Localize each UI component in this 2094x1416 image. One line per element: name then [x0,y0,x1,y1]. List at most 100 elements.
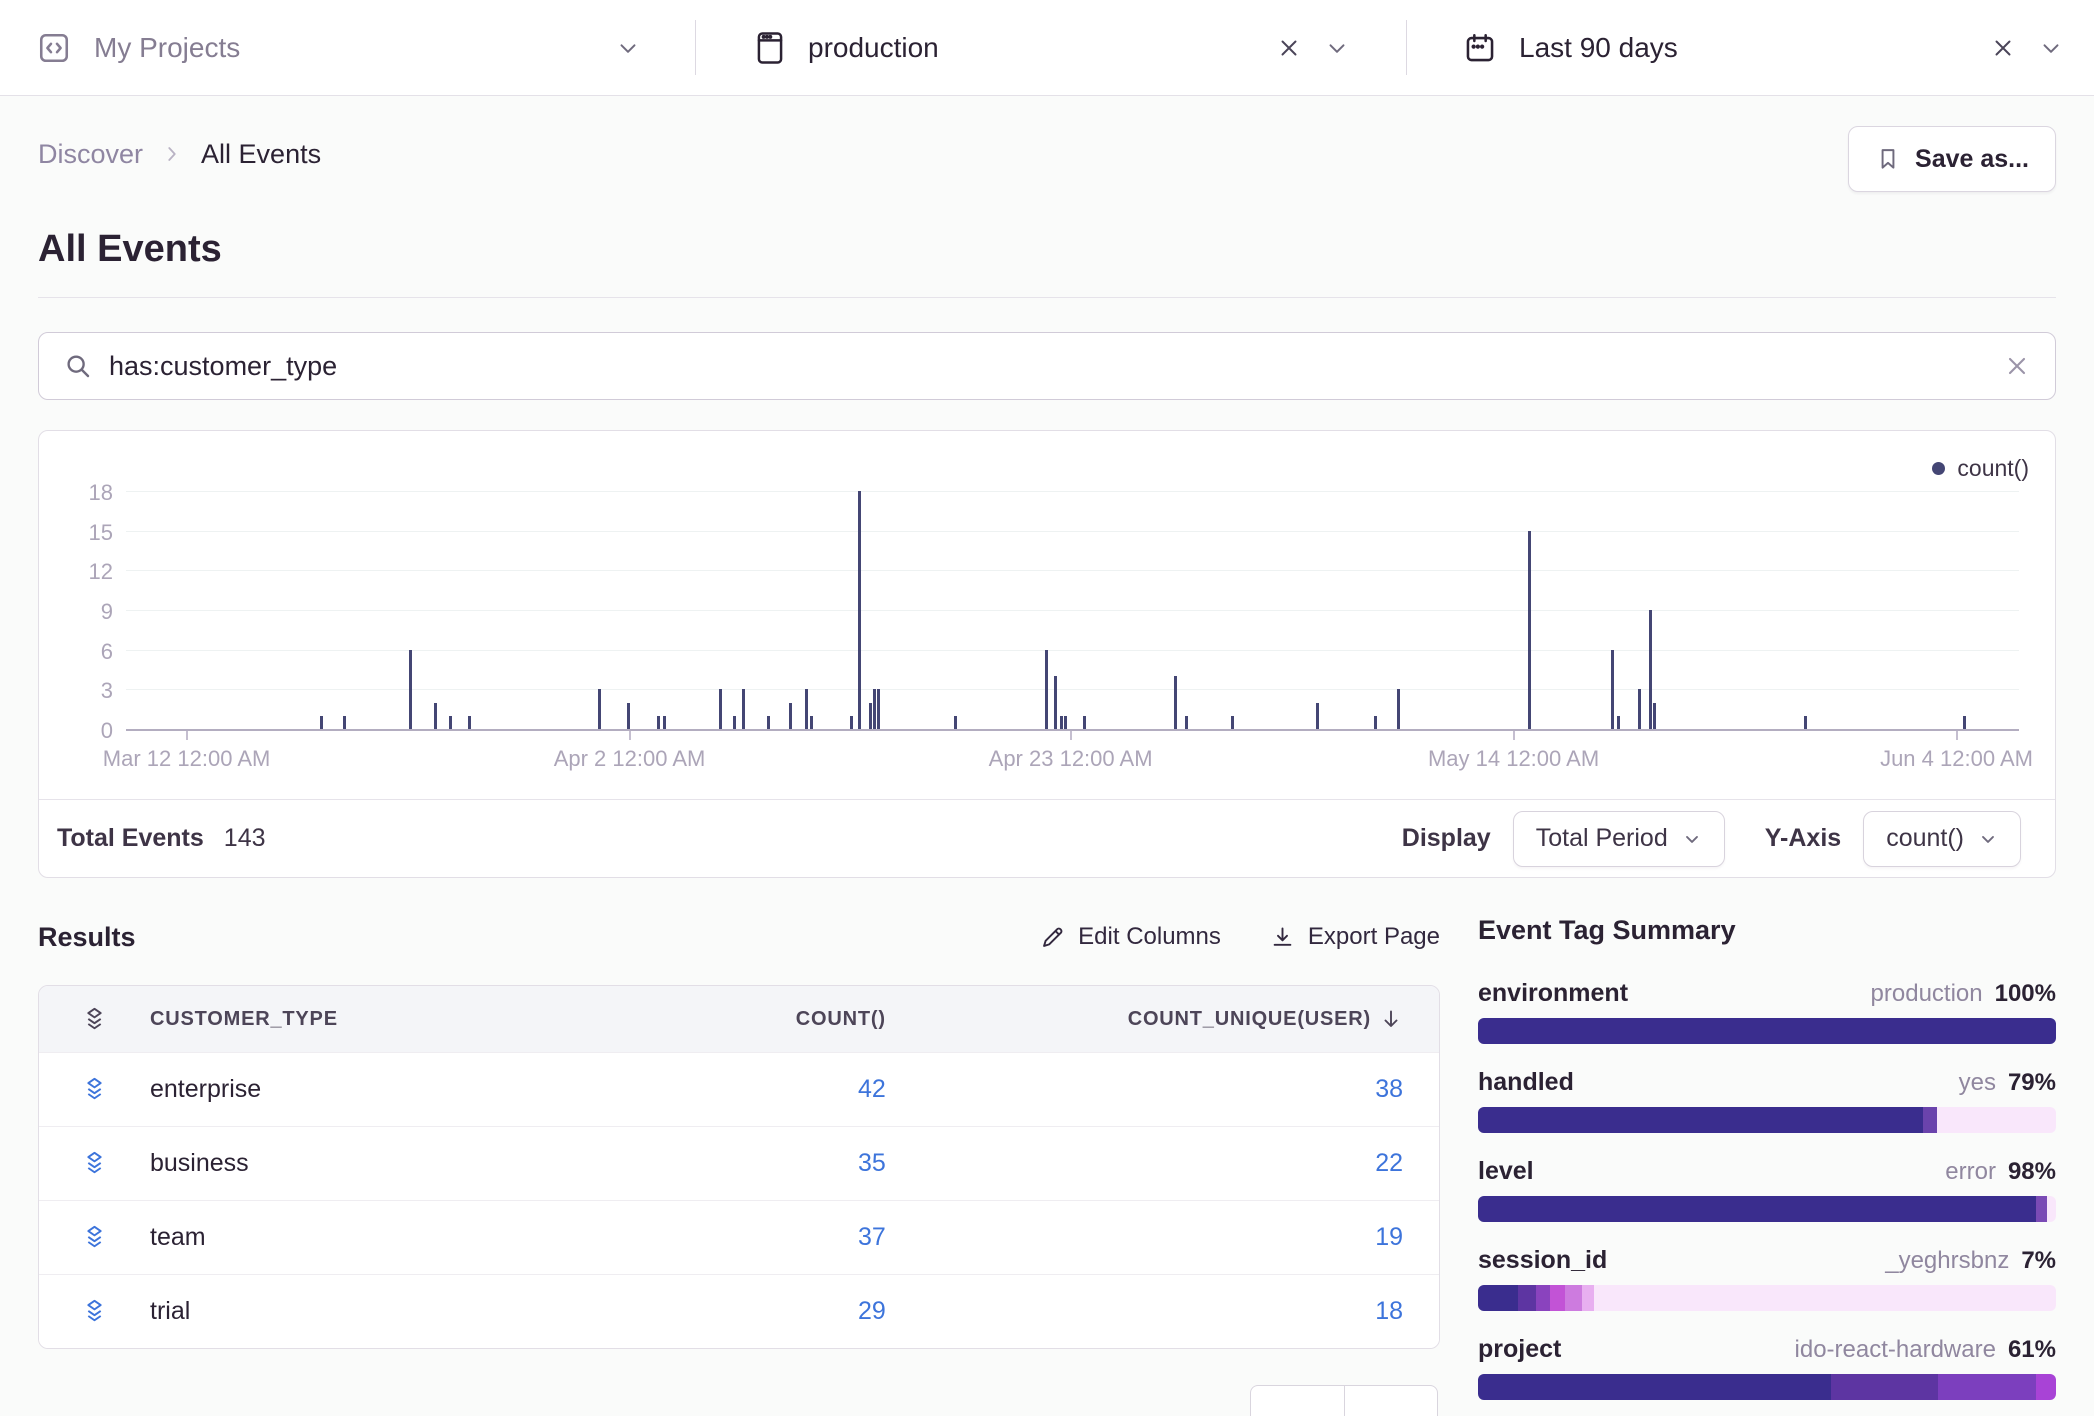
tag-item-level: level error 98% [1478,1157,2056,1222]
tag-item-project: project ido-react-hardware 61% [1478,1335,2056,1400]
export-page-button[interactable]: Export Page [1269,923,1440,951]
display-dropdown[interactable]: Total Period [1513,811,1725,867]
previous-page-button[interactable] [1250,1385,1344,1416]
column-header-count[interactable]: COUNT() [666,1008,886,1031]
next-page-button[interactable] [1344,1385,1438,1416]
tag-percent: 98% [2008,1158,2056,1186]
stack-icon[interactable] [81,1076,108,1103]
pencil-icon [1039,924,1066,951]
breadcrumb-discover-link[interactable]: Discover [38,139,143,170]
project-selector[interactable]: My Projects [0,0,695,95]
tag-top-value: _yeghrsbnz [1885,1247,2009,1275]
table-row: business 35 22 [39,1126,1439,1200]
yaxis-dropdown-value: count() [1886,824,1964,853]
tag-bar[interactable] [1478,1285,2056,1311]
breadcrumb-chevron-icon [161,143,183,165]
chart-plot[interactable] [126,493,2019,731]
page-title: All Events [38,228,2056,271]
chart-legend: count() [1932,455,2029,482]
export-page-label: Export Page [1308,923,1440,951]
search-icon [63,351,93,381]
environment-selector-label: production [808,32,939,64]
tag-top-value: production [1871,980,1983,1008]
stack-icon[interactable] [81,1150,108,1177]
event-tag-summary: Event Tag Summary environment production… [1478,915,2056,1400]
column-header-count-unique[interactable]: COUNT_UNIQUE(USER) [886,1007,1403,1031]
project-selector-label: My Projects [94,32,240,64]
tag-percent: 100% [1995,980,2056,1008]
tag-name: project [1478,1335,1561,1364]
chevron-down-icon[interactable] [2038,35,2064,61]
stack-icon[interactable] [81,1298,108,1325]
tag-name: level [1478,1157,1534,1186]
bookmark-icon [1875,146,1901,172]
edit-columns-label: Edit Columns [1078,923,1221,951]
date-range-label: Last 90 days [1519,32,1678,64]
projects-icon [36,30,72,66]
tag-percent: 7% [2021,1247,2056,1275]
cell-count-unique-link[interactable]: 38 [1375,1075,1403,1104]
tag-name: environment [1478,979,1628,1008]
results-header: Results Edit Columns Export Page [38,915,1440,959]
search-input[interactable] [109,351,2003,382]
cell-count-link[interactable]: 35 [666,1149,886,1178]
top-bar: My Projects production [0,0,2094,96]
sort-descending-icon [1379,1007,1403,1031]
clear-environment-icon[interactable] [1276,35,1302,61]
tag-top-value: yes [1959,1069,1996,1097]
cell-customer-type: trial [150,1297,190,1326]
chevron-down-icon [1978,829,1998,849]
display-label: Display [1402,824,1491,853]
tag-bar[interactable] [1478,1374,2056,1400]
tag-summary-heading: Event Tag Summary [1478,915,2056,955]
clear-search-icon[interactable] [2003,352,2031,380]
page-header: Discover All Events Save as... All Event… [38,96,2056,298]
table-header-row: CUSTOMER_TYPE COUNT() COUNT_UNIQUE(USER) [39,986,1439,1052]
legend-dot-icon [1932,462,1945,475]
chevron-down-icon[interactable] [615,35,641,61]
table-row: trial 29 18 [39,1274,1439,1348]
clear-date-range-icon[interactable] [1990,35,2016,61]
table-row: enterprise 42 38 [39,1052,1439,1126]
table-row: team 37 19 [39,1200,1439,1274]
cell-count-unique-link[interactable]: 19 [1375,1223,1403,1252]
tag-item-environment: environment production 100% [1478,979,2056,1044]
calendar-icon [1463,31,1497,65]
column-header-customer-type[interactable]: CUSTOMER_TYPE [150,1008,338,1031]
yaxis-label: Y-Axis [1765,824,1841,853]
results-heading: Results [38,922,136,953]
cell-count-unique-link[interactable]: 22 [1375,1149,1403,1178]
window-icon [754,30,786,66]
pagination [38,1385,1440,1416]
tag-name: handled [1478,1068,1574,1097]
cell-customer-type: business [150,1149,249,1178]
chevron-down-icon[interactable] [1324,35,1350,61]
save-as-button[interactable]: Save as... [1848,126,2056,192]
tag-bar[interactable] [1478,1018,2056,1044]
edit-columns-button[interactable]: Edit Columns [1039,923,1221,951]
save-as-label: Save as... [1915,145,2029,174]
search-bar[interactable] [38,332,2056,400]
chart-footer: Total Events 143 Display Total Period Y-… [39,799,2055,877]
total-events-value: 143 [224,824,266,853]
tag-bar[interactable] [1478,1196,2056,1222]
tag-name: session_id [1478,1246,1607,1275]
column-header-count-unique-label: COUNT_UNIQUE(USER) [1128,1008,1371,1031]
stack-icon[interactable] [81,1224,108,1251]
cell-count-link[interactable]: 42 [666,1075,886,1104]
cell-count-unique-link[interactable]: 18 [1375,1297,1403,1326]
tag-bar[interactable] [1478,1107,2056,1133]
tag-item-handled: handled yes 79% [1478,1068,2056,1133]
cell-count-link[interactable]: 29 [666,1297,886,1326]
environment-selector[interactable]: production [696,0,1406,95]
tag-item-session-id: session_id _yeghrsbnz 7% [1478,1246,2056,1311]
stack-icon[interactable] [81,1006,108,1033]
events-chart-panel: count() 0369121518 Mar 12 12:00 AMApr 2 … [38,430,2056,878]
date-range-selector[interactable]: Last 90 days [1407,0,2094,95]
yaxis-dropdown[interactable]: count() [1863,811,2021,867]
breadcrumb-current: All Events [201,139,321,170]
cell-count-link[interactable]: 37 [666,1223,886,1252]
cell-customer-type: team [150,1223,206,1252]
x-axis: Mar 12 12:00 AMApr 2 12:00 AMApr 23 12:0… [126,746,2019,776]
tag-percent: 61% [2008,1336,2056,1364]
